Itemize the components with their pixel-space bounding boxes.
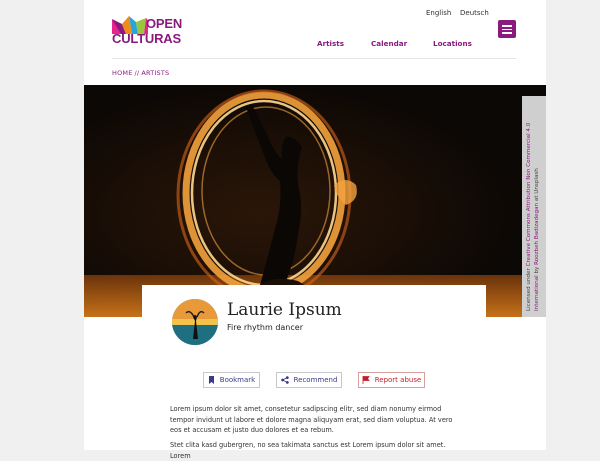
content-paragraph-2: Stet clita kasd gubergren, no sea takima… <box>170 441 446 460</box>
breadcrumb-separator: // <box>134 69 140 77</box>
breadcrumb: HOME//ARTISTS <box>112 69 169 77</box>
bookmark-label: Bookmark <box>219 376 256 384</box>
content-paragraph-1: Lorem ipsum dolor sit amet, consetetur s… <box>170 405 453 434</box>
report-abuse-button[interactable]: Report abuse <box>358 372 425 388</box>
flag-icon <box>362 376 370 384</box>
recommend-button[interactable]: Recommend <box>276 372 342 388</box>
nav-artists[interactable]: Artists <box>317 39 344 48</box>
breadcrumb-home[interactable]: HOME <box>112 69 133 77</box>
artist-name: Laurie Ipsum <box>227 300 342 320</box>
header-divider <box>112 58 516 59</box>
hamburger-icon-bar <box>502 32 512 34</box>
breadcrumb-artists[interactable]: ARTISTS <box>141 69 169 77</box>
credit-suffix: at Unsplash <box>533 168 540 203</box>
license-credit: Licensed under Creative Commons Attribut… <box>522 96 546 317</box>
report-label: Report abuse <box>374 376 422 384</box>
credit-by: by <box>533 264 540 276</box>
lang-english[interactable]: English <box>426 9 451 17</box>
bookmark-button[interactable]: Bookmark <box>203 372 260 388</box>
hero-image <box>84 85 546 317</box>
share-icon <box>280 376 289 384</box>
logo[interactable]: OPEN CULTURAS <box>112 14 192 54</box>
hamburger-icon-bar <box>502 28 512 31</box>
avatar <box>172 299 218 345</box>
menu-button[interactable] <box>498 20 516 38</box>
bookmark-icon <box>208 376 214 384</box>
lang-deutsch[interactable]: Deutsch <box>460 9 489 17</box>
artist-role: Fire rhythm dancer <box>227 323 303 332</box>
logo-line2: CULTURAS <box>112 31 181 46</box>
avatar-image <box>172 299 218 345</box>
hamburger-icon <box>502 25 512 27</box>
nav-calendar[interactable]: Calendar <box>371 39 407 48</box>
nav-locations[interactable]: Locations <box>433 39 472 48</box>
logo-text: OPEN CULTURAS <box>112 16 183 46</box>
credit-prefix: Licensed under <box>526 266 532 311</box>
fire-dancer-image <box>84 85 546 317</box>
author-link[interactable]: Roozbeh Badizadegan <box>534 203 540 265</box>
recommend-label: Recommend <box>293 376 338 384</box>
logo-line1: OPEN <box>146 16 183 31</box>
